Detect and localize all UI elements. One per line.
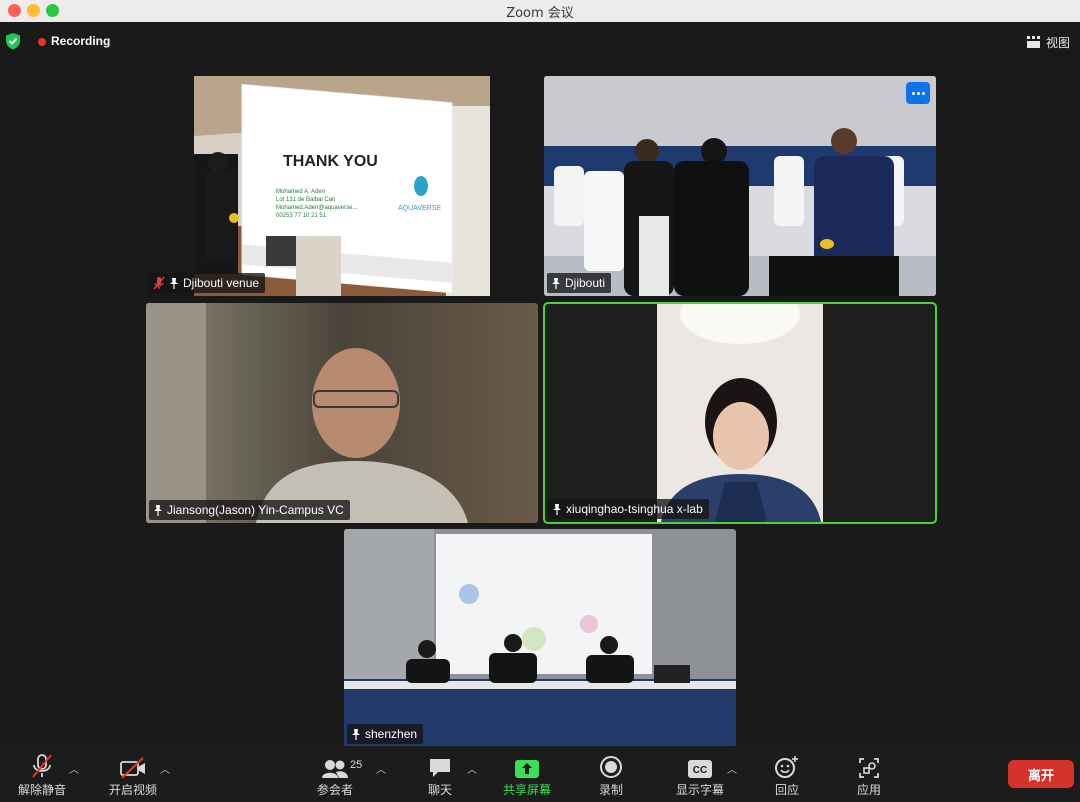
- leave-meeting-button[interactable]: 离开: [1008, 760, 1074, 788]
- participant-namebar: Jiansong(Jason) Yin-Campus VC: [149, 500, 350, 520]
- participant-namebar: Djibouti venue: [149, 273, 266, 293]
- video-feed-portrait: [545, 304, 935, 522]
- participant-namebar: xiuqinghao-tsinghua x-lab: [548, 499, 709, 519]
- captions-badge: CC: [693, 765, 707, 776]
- slide-line-4: 00253 77 10 21 51: [276, 213, 327, 219]
- more-options-button[interactable]: [906, 82, 930, 104]
- show-captions-label: 显示字幕: [675, 783, 724, 797]
- audio-options-chevron-up-icon[interactable]: ︿: [69, 761, 79, 776]
- view-button[interactable]: 视图: [1026, 32, 1070, 52]
- title-bar: Zoom 会议: [0, 0, 1080, 22]
- participant-name: xiuqinghao-tsinghua x-lab: [566, 502, 703, 516]
- slide-heading: THANK YOU: [283, 153, 378, 170]
- chat-label: 聊天: [427, 783, 452, 797]
- record-icon: [600, 756, 622, 778]
- start-video-button[interactable]: 开启视频: [104, 752, 162, 798]
- record-label: 录制: [598, 783, 623, 797]
- slide-line-3: Mohamed.Aden@aquaverse...: [276, 205, 358, 211]
- meeting-toolbar: 解除静音 ︿ 开启视频 ︿ 参会者 25 ︿ 聊天 ︿ 共享屏幕 录制 CC 显…: [0, 746, 1080, 802]
- reactions-label: 回应: [774, 783, 799, 797]
- video-feed-conference: [344, 529, 736, 747]
- chat-options-chevron-up-icon[interactable]: ︿: [467, 761, 477, 776]
- participants-label: 参会者: [316, 783, 353, 797]
- recording-label[interactable]: Recording: [51, 34, 110, 48]
- pin-icon: [553, 504, 561, 515]
- share-screen-button[interactable]: 共享屏幕: [498, 752, 556, 798]
- meeting-top-bar: Recording 视图: [0, 22, 1080, 62]
- slide-line-2: Lot 131 de Balbal Can: [276, 197, 335, 203]
- participant-name: Djibouti venue: [183, 276, 260, 290]
- recording-dot-icon: [38, 38, 46, 46]
- view-label: 视图: [1045, 35, 1070, 50]
- reactions-button[interactable]: 回应: [770, 752, 804, 798]
- muted-mic-icon: [153, 276, 165, 290]
- video-tile-djibouti-venue[interactable]: THANK YOU Mohamed A. Aden Lot 131 de Bal…: [146, 76, 538, 296]
- video-feed-person: [146, 303, 538, 523]
- participant-name: Djibouti: [565, 276, 606, 290]
- apps-label: 应用: [856, 783, 881, 797]
- view-grid-icon: [1026, 36, 1040, 48]
- apps-icon: [859, 758, 879, 778]
- unmute-label: 解除静音: [17, 783, 66, 797]
- record-button[interactable]: 录制: [590, 752, 632, 798]
- apps-button[interactable]: 应用: [852, 752, 886, 798]
- emoji-reaction-icon: [775, 756, 798, 778]
- closed-captions-icon: CC: [688, 760, 712, 778]
- captions-options-chevron-up-icon[interactable]: ︿: [727, 761, 737, 776]
- security-shield-icon[interactable]: [5, 32, 21, 50]
- slide-brand: AQUAVERSE: [398, 205, 441, 212]
- water-drop-logo-icon: [414, 176, 428, 196]
- video-tile-shenzhen[interactable]: shenzhen: [344, 529, 736, 747]
- pin-icon: [154, 505, 162, 516]
- video-tile-xiuqinghao[interactable]: xiuqinghao-tsinghua x-lab: [543, 302, 937, 524]
- start-video-label: 开启视频: [108, 783, 157, 797]
- pin-icon: [552, 278, 560, 289]
- video-feed-room: [544, 76, 936, 296]
- unmute-button[interactable]: 解除静音: [14, 752, 70, 798]
- participant-name: Jiansong(Jason) Yin-Campus VC: [167, 503, 344, 517]
- zoom-window: Zoom 会议 Recording 视图 THANK YOU Mohamed A…: [0, 0, 1080, 802]
- video-feed-stage: THANK YOU Mohamed A. Aden Lot 131 de Bal…: [146, 76, 538, 296]
- chat-bubble-icon: [430, 759, 450, 777]
- chat-button[interactable]: 聊天: [420, 752, 460, 798]
- slide-line-1: Mohamed A. Aden: [276, 189, 325, 195]
- participant-name: shenzhen: [365, 727, 418, 741]
- pin-icon: [170, 278, 178, 289]
- participant-namebar: Djibouti: [547, 273, 612, 293]
- participant-namebar: shenzhen: [347, 724, 424, 744]
- share-screen-icon: [515, 760, 539, 778]
- share-screen-label: 共享屏幕: [502, 783, 551, 797]
- pin-icon: [352, 729, 360, 740]
- video-options-chevron-up-icon[interactable]: ︿: [160, 761, 170, 776]
- video-off-icon: [120, 757, 145, 779]
- participants-count: 25: [350, 759, 363, 771]
- participants-icon: [322, 760, 348, 778]
- video-tile-jiansong[interactable]: Jiansong(Jason) Yin-Campus VC: [146, 303, 538, 523]
- video-tile-djibouti[interactable]: Djibouti: [544, 76, 936, 296]
- show-captions-button[interactable]: CC 显示字幕: [672, 752, 728, 798]
- muted-mic-icon: [32, 754, 52, 778]
- window-title: Zoom 会议: [506, 6, 574, 21]
- participants-options-chevron-up-icon[interactable]: ︿: [376, 761, 386, 776]
